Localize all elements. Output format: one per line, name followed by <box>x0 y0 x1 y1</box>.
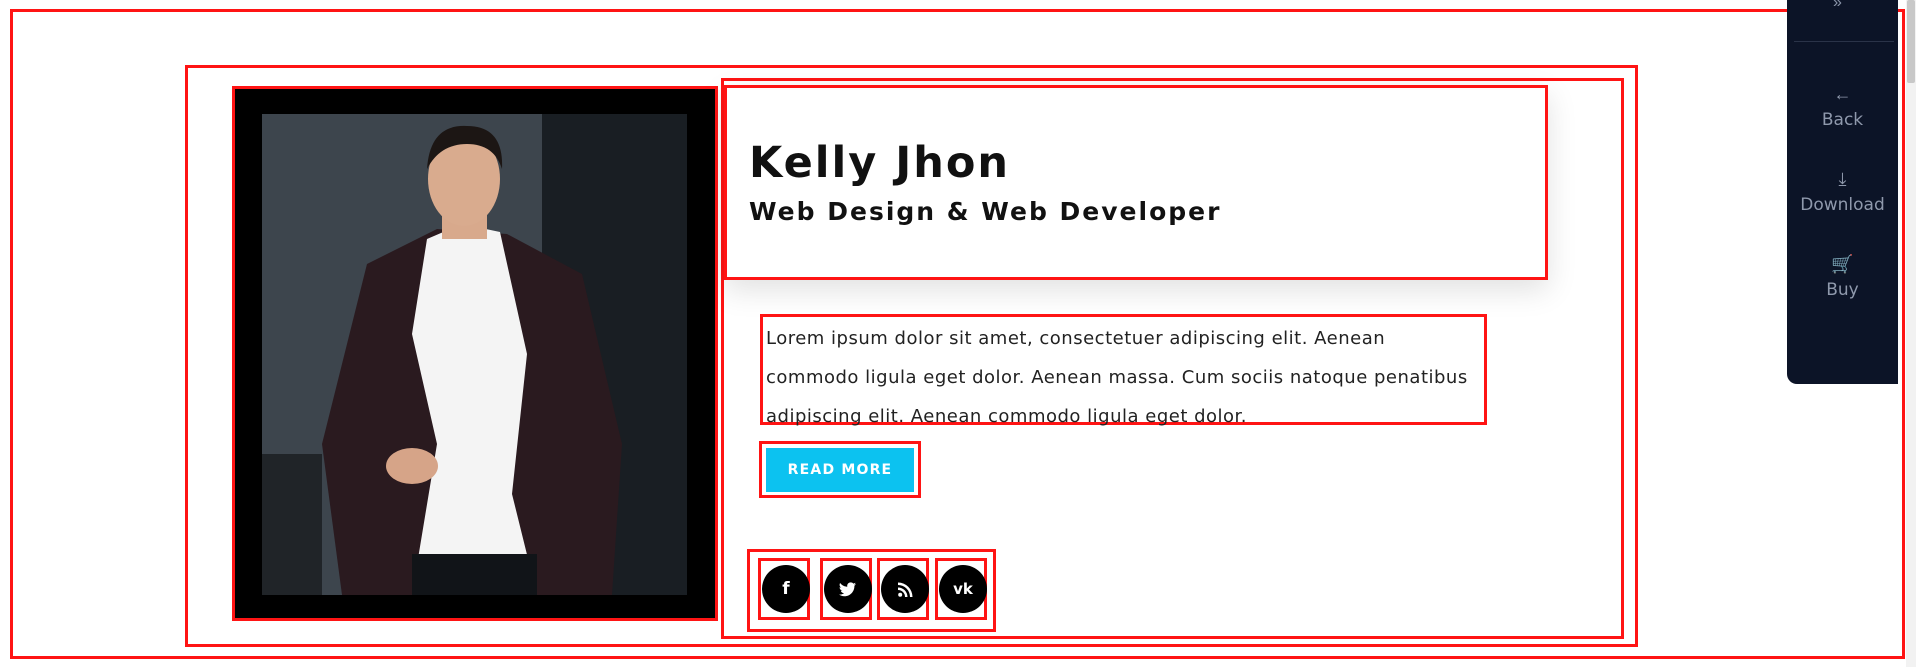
side-item-back[interactable]: ← Back <box>1787 84 1898 130</box>
profile-photo-frame <box>232 86 718 621</box>
social-twitter <box>820 558 872 620</box>
side-divider <box>1794 41 1894 42</box>
side-item-label: Back <box>1821 110 1864 130</box>
side-item-label: Download <box>1800 195 1885 215</box>
arrow-left-icon: ← <box>1833 84 1852 104</box>
twitter-icon[interactable] <box>824 565 872 613</box>
vk-icon[interactable]: vk <box>939 565 987 613</box>
scrollbar[interactable] <box>1906 0 1916 667</box>
profile-description: Lorem ipsum dolor sit amet, consectetuer… <box>766 328 1468 427</box>
social-facebook: f <box>758 558 810 620</box>
read-more-button[interactable]: READ MORE <box>766 448 914 492</box>
description-block: Lorem ipsum dolor sit amet, consectetuer… <box>760 314 1487 427</box>
scrollbar-thumb[interactable] <box>1907 0 1915 83</box>
read-more-wrapper: READ MORE <box>759 441 921 498</box>
profile-role: Web Design & Web Developer <box>749 197 1222 226</box>
side-panel: » ← Back ⤓ Download 🛒 Buy <box>1787 0 1898 384</box>
collapse-icon[interactable]: » <box>1833 0 1842 12</box>
side-item-buy[interactable]: 🛒 Buy <box>1787 254 1898 300</box>
rss-icon[interactable] <box>881 565 929 613</box>
profile-photo <box>262 114 687 595</box>
side-item-download[interactable]: ⤓ Download <box>1787 169 1898 215</box>
cart-icon: 🛒 <box>1831 254 1854 274</box>
side-item-label: Buy <box>1826 280 1859 300</box>
profile-name: Kelly Jhon <box>749 138 1010 188</box>
facebook-icon[interactable]: f <box>762 565 810 613</box>
social-rss <box>877 558 929 620</box>
title-card: Kelly Jhon Web Design & Web Developer <box>724 85 1548 280</box>
download-icon: ⤓ <box>1838 169 1847 189</box>
social-vk: vk <box>935 558 987 620</box>
